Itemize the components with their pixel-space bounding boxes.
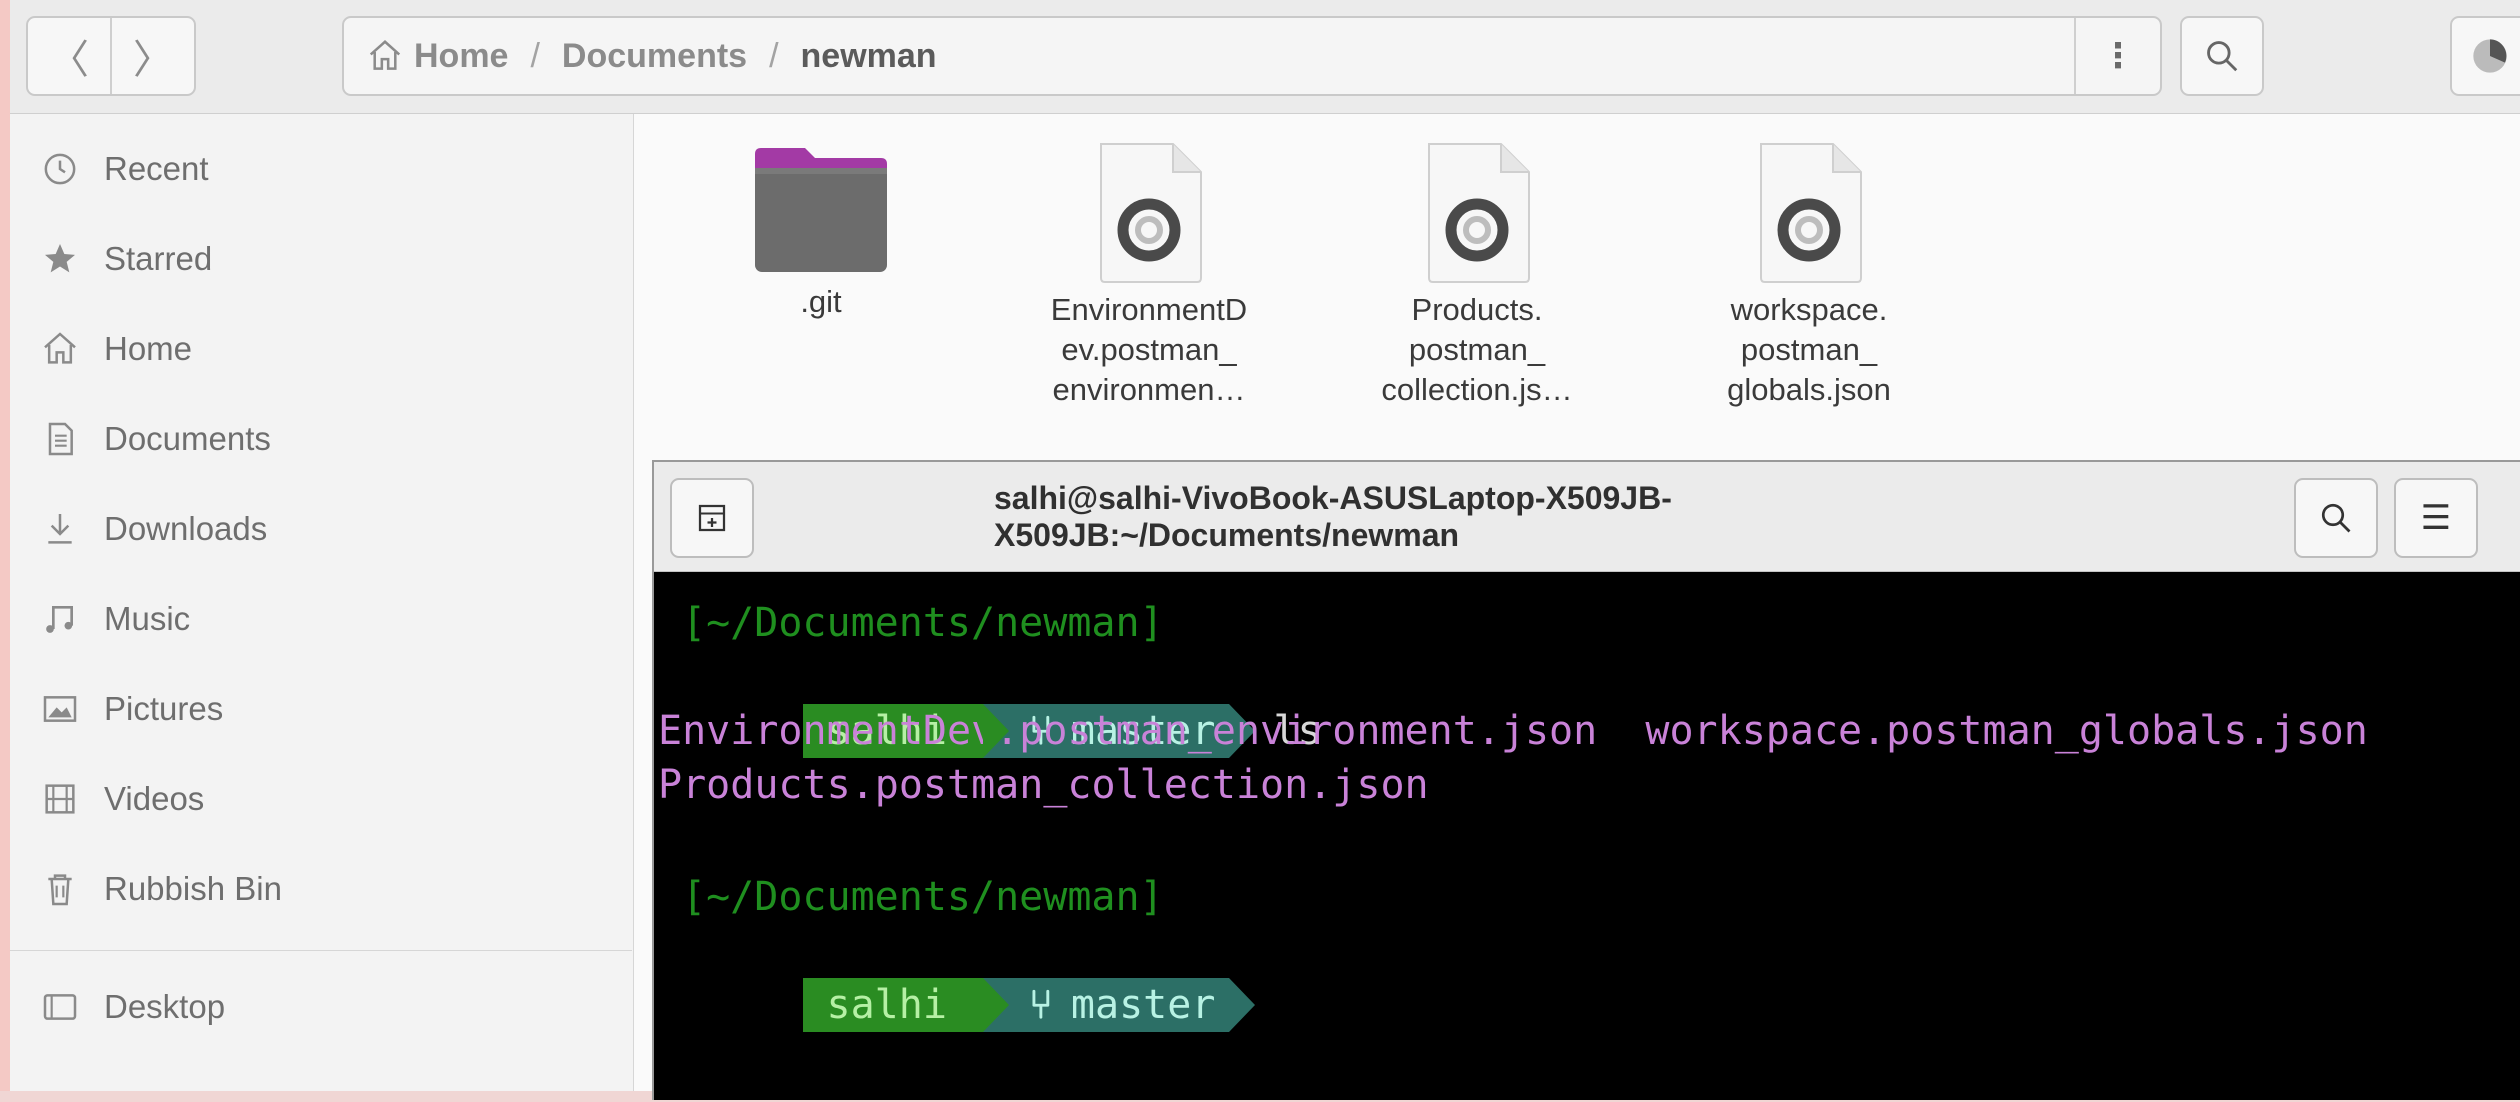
sidebar-item-home[interactable]: Home (10, 304, 632, 394)
search-button[interactable] (2180, 16, 2264, 96)
download-icon (48, 514, 72, 544)
operations-progress-button[interactable] (2450, 16, 2520, 96)
json-file-icon (1760, 143, 1862, 283)
sidebar-item-label: Documents (104, 420, 271, 457)
sidebar-item-label: Videos (104, 780, 205, 817)
json-file-icon (1428, 143, 1530, 283)
sidebar-item-label: Rubbish Bin (104, 870, 282, 907)
prompt-cwd: [~/Documents/newman] (682, 600, 1164, 646)
prompt-line: salhi ⑂ master ls (658, 650, 1322, 758)
terminal-menu-button[interactable]: ☰ (2394, 478, 2478, 558)
pie-progress-icon (2473, 39, 2507, 73)
home-icon (44, 332, 76, 364)
hamburger-icon: ☰ (2420, 498, 2452, 538)
document-icon (48, 422, 73, 456)
trash-icon (48, 874, 72, 906)
search-icon (2321, 503, 2351, 533)
history-navigation: 〈 〉 (26, 16, 196, 96)
sidebar-item-pictures[interactable]: Pictures (10, 664, 632, 754)
terminal-search-button[interactable] (2294, 478, 2378, 558)
file-manager-headerbar: 〈 〉 Home / Documents / newman ⋮ (10, 0, 2520, 114)
sidebar-item-rubbish-bin[interactable]: Rubbish Bin (10, 844, 632, 934)
sidebar-item-music[interactable]: Music (10, 574, 632, 664)
sidebar-item-label: Pictures (104, 690, 224, 727)
terminal-title: salhi@salhi-VivoBook-ASUSLaptop-X509JB-X… (994, 480, 1672, 553)
breadcrumb-separator: / (530, 36, 540, 75)
path-menu-button[interactable]: ⋮ (2074, 18, 2160, 94)
git-branch-icon: ⑂ (1028, 982, 1053, 1028)
breadcrumb-documents[interactable]: Documents (562, 37, 747, 76)
vertical-ellipsis-icon: ⋮ (2101, 36, 2135, 76)
forward-button[interactable]: 〉 (112, 18, 194, 94)
sidebar-item-label: Music (104, 600, 191, 637)
search-icon (2207, 41, 2238, 72)
desktop-icon (43, 994, 77, 1020)
prompt-user-segment: salhi (802, 978, 1010, 1032)
back-button[interactable]: 〈 (28, 18, 112, 94)
folder-icon (755, 148, 887, 272)
prompt-branch-name: master (1070, 982, 1216, 1028)
json-file-icon (1100, 143, 1202, 283)
file-name: Products. postman_ collection.js… (1381, 292, 1573, 407)
places-sidebar: Recent Starred Home Documents Downloads … (10, 114, 634, 1091)
sidebar-item-label: Recent (104, 150, 209, 187)
sidebar-item-starred[interactable]: Starred (10, 214, 632, 304)
film-icon (45, 784, 75, 814)
new-tab-icon (698, 504, 726, 532)
breadcrumb-home-label: Home (414, 36, 509, 75)
sidebar-divider (10, 950, 632, 951)
sidebar-item-desktop[interactable]: Desktop (10, 962, 632, 1052)
chevron-right-icon: 〉 (133, 37, 173, 83)
sidebar-item-label: Starred (104, 240, 213, 277)
terminal-output[interactable]: [~/Documents/newman] salhi ⑂ master ls Envi… (654, 572, 2520, 1102)
breadcrumb-current-folder[interactable]: newman (801, 37, 937, 76)
chevron-left-icon: 〈 (49, 37, 89, 83)
sidebar-item-label: Desktop (104, 988, 226, 1025)
sidebar-item-videos[interactable]: Videos (10, 754, 632, 844)
prompt-line: salhi ⑂ master (658, 924, 1255, 1032)
sidebar-item-label: Downloads (104, 510, 268, 547)
command-output-line: Products.postman_collection.json (658, 762, 1429, 808)
breadcrumb-home[interactable]: Home (366, 37, 508, 76)
file-item-products-json[interactable]: Products. postman_ collection.js… (1362, 140, 1592, 410)
path-bar: Home / Documents / newman ⋮ (342, 16, 2162, 96)
file-name: EnvironmentD ev.postman_ environmen… (1050, 292, 1248, 407)
clock-icon (44, 153, 76, 185)
file-item-workspace-json[interactable]: workspace. postman_ globals.json (1694, 140, 1924, 410)
file-item-git-folder[interactable]: .git (706, 144, 936, 322)
file-item-environment-json[interactable]: EnvironmentD ev.postman_ environmen… (1034, 140, 1264, 410)
breadcrumb-separator: / (769, 36, 779, 75)
star-icon (45, 244, 75, 273)
prompt-cwd: [~/Documents/newman] (682, 874, 1164, 920)
sidebar-item-documents[interactable]: Documents (10, 394, 632, 484)
terminal-window[interactable]: salhi@salhi-VivoBook-ASUSLaptop-X509JB-X… (652, 460, 2520, 1100)
new-tab-button[interactable] (670, 478, 754, 558)
sidebar-item-recent[interactable]: Recent (10, 124, 632, 214)
prompt-branch-segment: ⑂ master (982, 978, 1255, 1032)
music-icon (46, 606, 73, 633)
picture-icon (43, 696, 77, 722)
file-name: .git (800, 284, 842, 319)
sidebar-item-label: Home (104, 330, 193, 367)
home-icon (369, 40, 401, 70)
sidebar-item-downloads[interactable]: Downloads (10, 484, 632, 574)
file-name: workspace. postman_ globals.json (1727, 292, 1891, 407)
command-output-line: EnvironmentDev.postman_environment.json … (658, 708, 2368, 754)
terminal-headerbar: salhi@salhi-VivoBook-ASUSLaptop-X509JB-X… (654, 462, 2520, 572)
